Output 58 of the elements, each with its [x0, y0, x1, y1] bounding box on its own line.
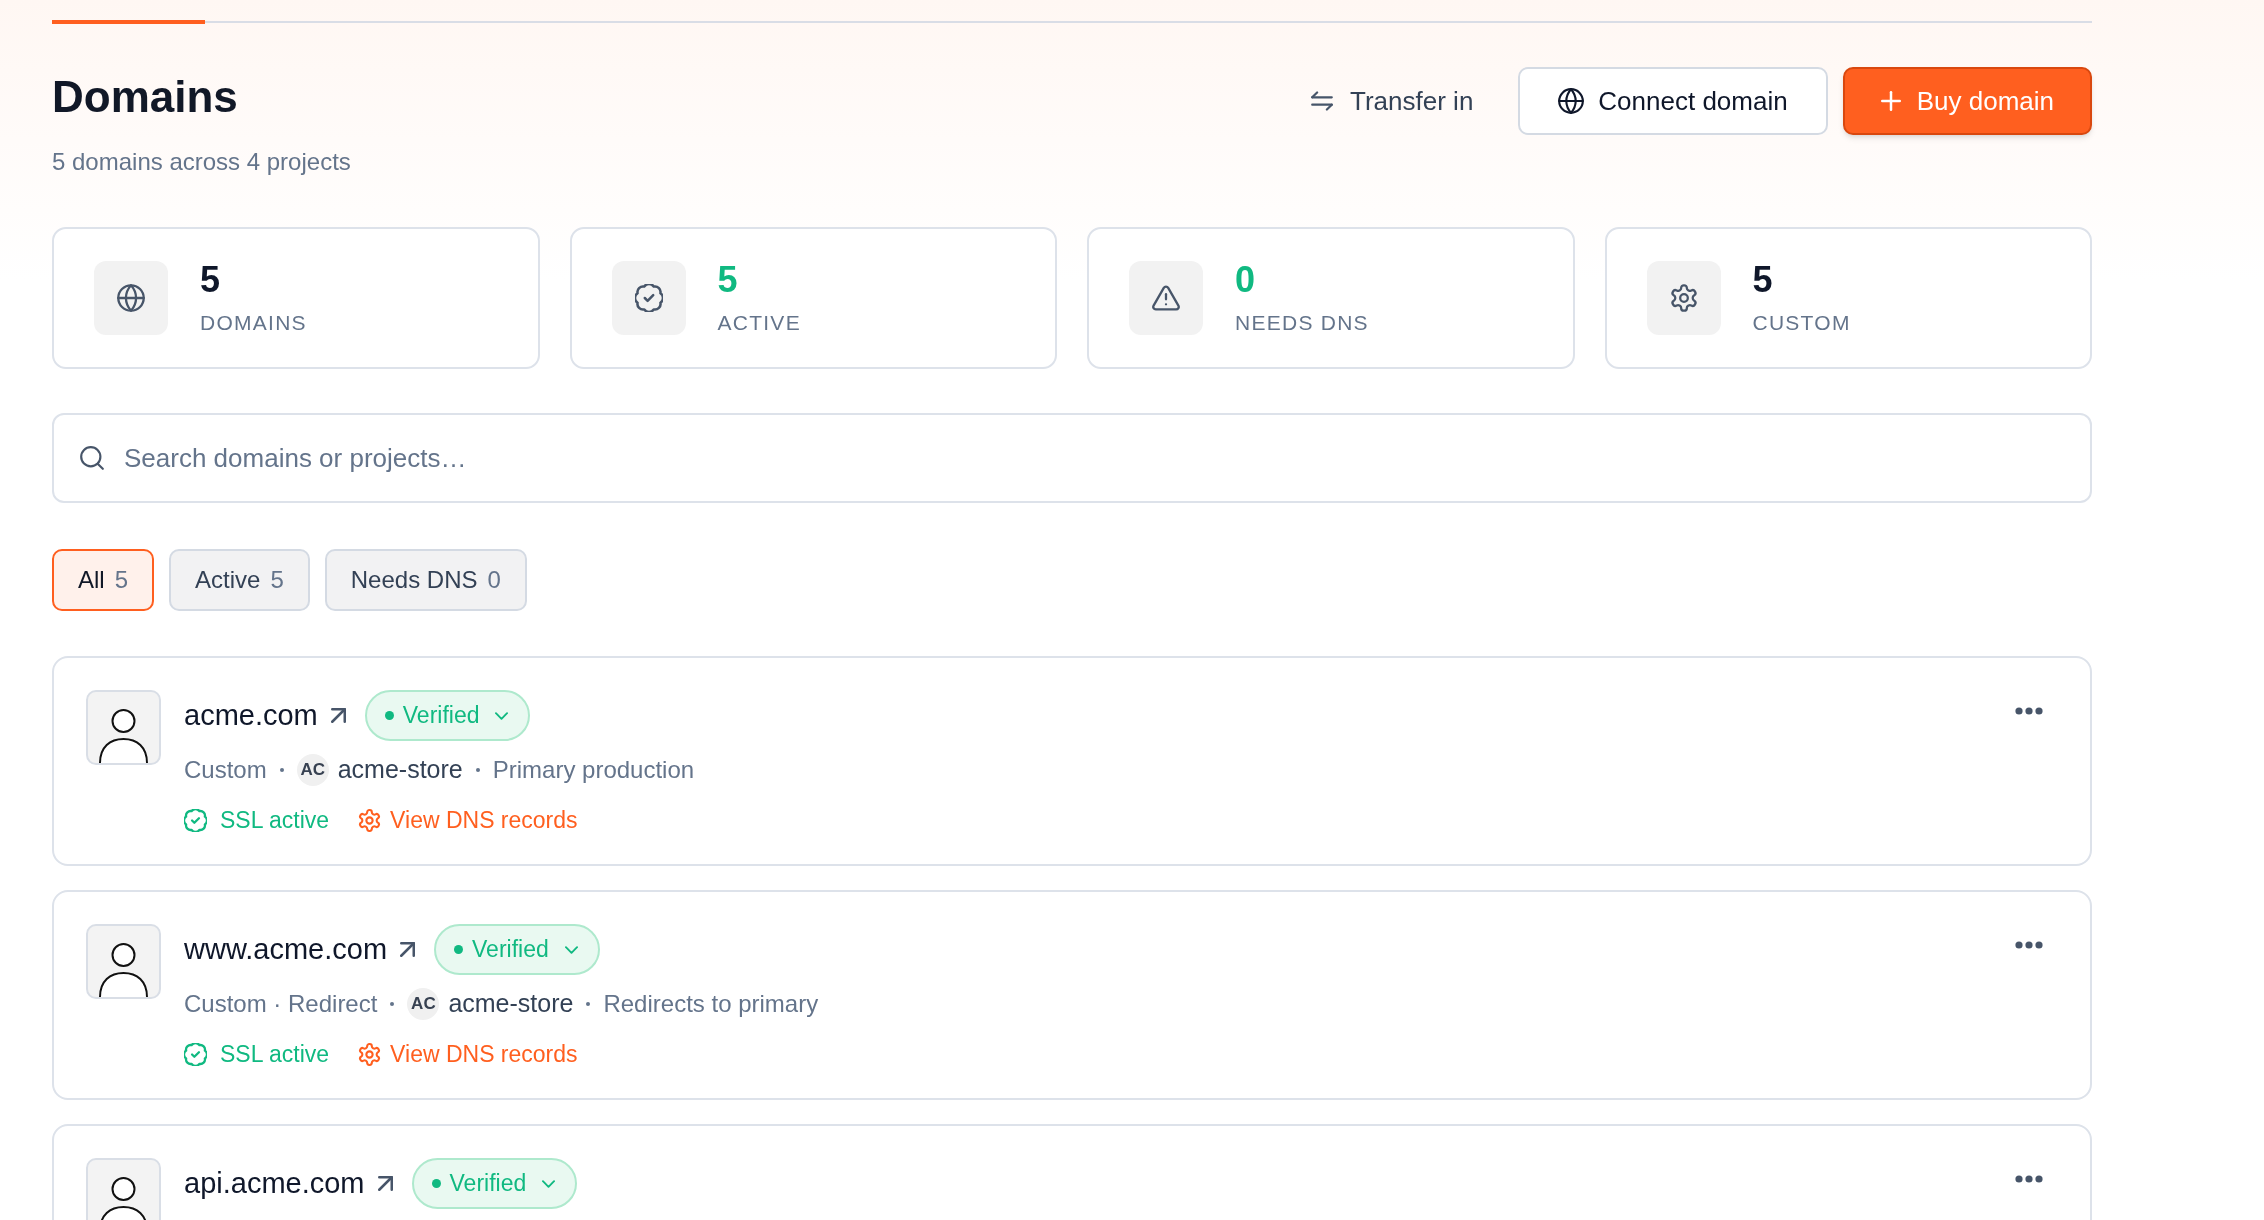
arrow-up-right-icon[interactable]	[330, 708, 346, 723]
ellipsis-icon	[2015, 707, 2043, 715]
avatar-icon	[86, 690, 161, 765]
project-initials: AC	[296, 754, 329, 786]
badge-check-icon	[184, 808, 207, 832]
domain-note: Primary production	[492, 755, 695, 785]
chevron-down-icon	[542, 1179, 556, 1188]
stat-label: DOMAINS	[200, 309, 307, 336]
ssl-status: SSL active	[220, 805, 330, 835]
filter-tab[interactable]: Active 5	[169, 549, 310, 611]
ssl-status: SSL active	[220, 1039, 330, 1069]
filter-tab[interactable]: All 5	[52, 549, 155, 611]
status-dropdown[interactable]: Verified	[411, 1158, 578, 1209]
connect-domain-button[interactable]: Connect domain	[1518, 67, 1828, 135]
warning-icon	[1129, 261, 1203, 335]
domain-name: api.acme.com	[184, 1165, 365, 1201]
project-initials: AC	[407, 988, 440, 1020]
ellipsis-icon	[2015, 941, 2043, 949]
filter-tab[interactable]: Needs DNS 0	[324, 549, 527, 611]
swap-arrows-icon	[1311, 91, 1334, 111]
domain-note: Redirects to primary	[603, 989, 819, 1019]
chevron-down-icon	[564, 945, 578, 954]
badge-check-icon	[611, 261, 686, 335]
ellipsis-icon	[2015, 1175, 2043, 1183]
globe-icon	[94, 261, 168, 335]
status-dropdown[interactable]: Verified	[364, 690, 531, 741]
arrow-up-right-icon[interactable]	[400, 942, 416, 957]
arrow-up-right-icon[interactable]	[377, 1176, 393, 1191]
plus-icon	[1880, 91, 1901, 111]
globe-icon	[1558, 88, 1585, 114]
stat-label: CUSTOM	[1752, 309, 1851, 336]
page-title: Domains	[52, 71, 239, 123]
avatar-icon	[86, 924, 161, 999]
stat-value: 5	[717, 259, 739, 300]
chevron-down-icon	[495, 711, 509, 720]
gear-icon	[358, 1042, 382, 1066]
gear-icon	[1646, 261, 1721, 335]
stat-label: ACTIVE	[717, 309, 801, 336]
transfer-button[interactable]: Transfer in	[1299, 67, 1504, 135]
domain-type: Custom · Redirect	[184, 989, 378, 1019]
buy-domain-button[interactable]: Buy domain	[1842, 67, 2092, 135]
view-dns-link[interactable]: View DNS records	[358, 1036, 578, 1072]
stat-value: 5	[1752, 259, 1774, 300]
gear-icon	[358, 808, 382, 832]
page-subtitle: 5 domains across 4 projects	[52, 147, 351, 177]
domain-name: acme.com	[184, 697, 318, 733]
badge-check-icon	[184, 1042, 207, 1066]
view-dns-link[interactable]: View DNS records	[358, 802, 578, 838]
search-field[interactable]: Search domains or projects…	[52, 413, 2092, 503]
status-dropdown[interactable]: Verified	[434, 924, 600, 975]
project-name: acme-store	[448, 988, 574, 1020]
project-name: acme-store	[337, 754, 463, 786]
search-icon	[80, 446, 104, 470]
domain-type: Custom	[184, 755, 267, 785]
domain-name: www.acme.com	[184, 931, 388, 967]
stat-value: 5	[200, 259, 222, 300]
stat-value: 0	[1235, 259, 1257, 300]
stat-label: NEEDS DNS	[1235, 309, 1369, 336]
